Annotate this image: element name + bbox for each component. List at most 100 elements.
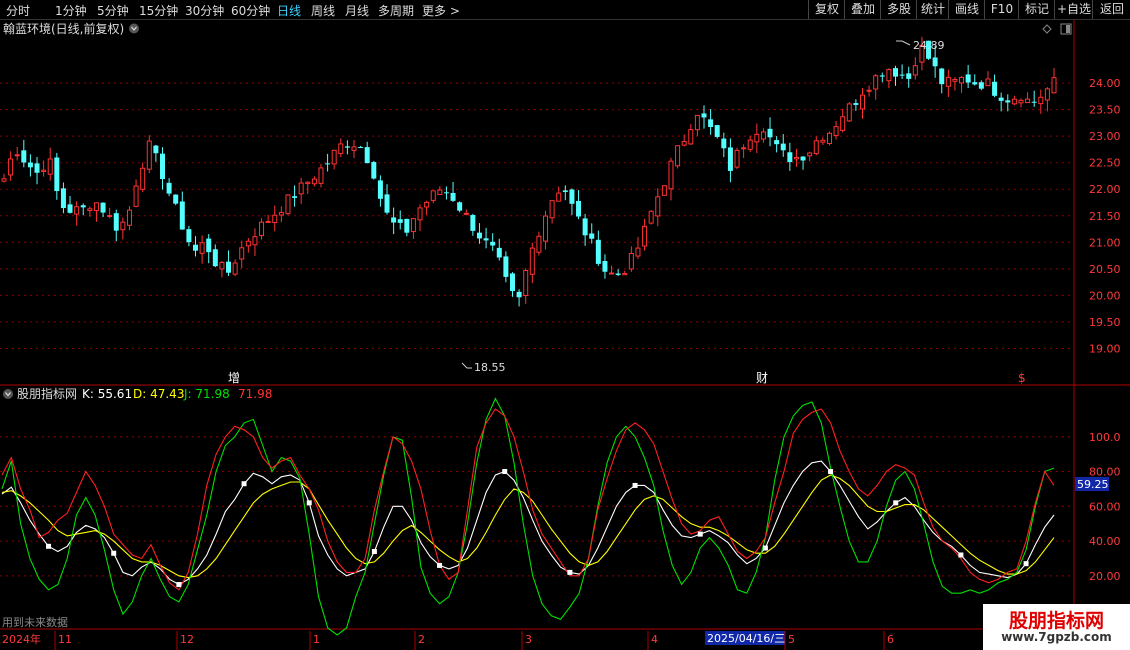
candle-body-down (516, 291, 522, 298)
candle-body-up (107, 214, 113, 217)
candle-body-up (463, 212, 469, 215)
candle-body-down (932, 57, 938, 67)
k-marker (828, 469, 834, 475)
k-marker (1023, 561, 1029, 567)
f10-button[interactable]: F10 (984, 0, 1019, 19)
diamond-icon[interactable] (1042, 24, 1052, 34)
period-tab-timeshare[interactable]: 分时 (6, 2, 30, 19)
candle-body-down (490, 241, 496, 246)
watermark: 股朋指标网 www.7gpzb.com (983, 604, 1130, 650)
date-label-mar: 3 (525, 633, 532, 646)
candle-body-down (965, 74, 971, 83)
adjust-button[interactable]: 复权 (808, 0, 845, 19)
period-tab-5min[interactable]: 5分钟 (97, 2, 129, 19)
date-cursor-label: 2025/04/16/三 (707, 632, 785, 645)
period-tab-1min[interactable]: 1分钟 (55, 2, 87, 19)
date-axis: 2024年 11 12 1 2 3 4 2025/04/16/三 5 6 (2, 631, 894, 650)
candle-body-up (813, 140, 819, 155)
period-tab-60min[interactable]: 60分钟 (231, 2, 270, 19)
add-watchlist-button[interactable]: +自选 (1054, 0, 1093, 19)
candle-body-up (259, 221, 265, 237)
candle-body-up (840, 116, 846, 131)
candle-body-down (576, 200, 582, 217)
chart-canvas[interactable]: 翰蓝环境(日线,前复权) 24.0023.5023.0022.5022.0021… (0, 20, 1130, 650)
price-tick-label: 23.50 (1089, 104, 1121, 117)
candle-body-down (391, 217, 397, 223)
draw-line-button[interactable]: 画线 (948, 0, 985, 19)
candle-body-up (747, 139, 753, 150)
candle-body-down (470, 214, 476, 231)
candle-body-down (60, 188, 66, 209)
candle-body-up (8, 158, 14, 176)
low-price-marker: 18.55 (461, 361, 506, 374)
date-label-year: 2024年 (2, 632, 41, 646)
period-tab-more[interactable]: 更多 > (422, 2, 460, 19)
indicator-menu-icon[interactable] (3, 389, 13, 399)
low-price-label: 18.55 (474, 361, 506, 374)
candle-body-up (331, 149, 337, 165)
candle-body-up (543, 215, 549, 242)
multi-stock-button[interactable]: 多股 (880, 0, 917, 19)
event-marker-dividend[interactable]: $ (1018, 371, 1026, 385)
candle-body-down (292, 196, 298, 198)
candle-body-down (404, 218, 410, 233)
overlay-button[interactable]: 叠加 (844, 0, 881, 19)
candle-body-down (562, 190, 568, 193)
period-tab-15min[interactable]: 15分钟 (139, 2, 178, 19)
period-tab-weekly[interactable]: 周线 (311, 2, 335, 19)
candle-body-up (675, 145, 681, 167)
candle-body-up (318, 167, 324, 184)
period-tab-multi[interactable]: 多周期 (378, 2, 414, 19)
candle-body-up (140, 167, 146, 190)
k-marker (893, 500, 899, 506)
candle-body-up (311, 178, 317, 185)
candle-body-up (47, 158, 53, 175)
period-tab-daily[interactable]: 日线 (277, 2, 301, 19)
candle-body-down (179, 201, 185, 230)
candle-body-up (1, 178, 7, 182)
candle-body-up (866, 89, 872, 92)
candle-body-up (859, 94, 865, 110)
back-button[interactable]: 返回 (1092, 0, 1130, 19)
candle-body-up (833, 126, 839, 136)
candle-body-up (760, 131, 766, 140)
price-tick-label: 23.00 (1089, 130, 1121, 143)
mark-button[interactable]: 标记 (1018, 0, 1055, 19)
candle-body-up (126, 209, 132, 226)
period-tab-monthly[interactable]: 月线 (345, 2, 369, 19)
indicator-axis: 100.0 80.00 60.00 40.00 20.00 (1089, 431, 1121, 583)
candle-body-up (807, 152, 813, 157)
date-label-feb: 2 (418, 633, 425, 646)
indicator-tick-label: 100.0 (1089, 431, 1121, 444)
event-marker-add[interactable]: 增 (228, 371, 240, 385)
candle-body-up (239, 247, 245, 260)
price-tick-label: 24.00 (1089, 77, 1121, 90)
candle-body-up (959, 76, 965, 84)
candle-body-up (430, 190, 436, 201)
candle-body-up (668, 160, 674, 190)
date-label-nov: 11 (58, 633, 72, 646)
candle-body-up (741, 147, 747, 150)
candle-body-down (457, 202, 463, 211)
candle-body-down (159, 153, 165, 180)
candle-body-up (820, 139, 826, 143)
date-label-jun: 6 (887, 633, 894, 646)
high-price-marker: 24.89 (896, 39, 945, 52)
period-tab-30min[interactable]: 30分钟 (185, 2, 224, 19)
watermark-url: www.7gpzb.com (1001, 630, 1112, 644)
stats-button[interactable]: 统计 (916, 0, 949, 19)
candle-body-up (437, 189, 443, 195)
candle-body-up (793, 156, 799, 160)
candle-body-down (483, 238, 489, 241)
current-value-tag: 59.25 (1075, 477, 1109, 491)
indicator-tick-label: 80.00 (1089, 466, 1121, 479)
candle-body-up (826, 132, 832, 144)
panel-toggle-icon[interactable] (1060, 23, 1072, 35)
main-chart-menu-icon[interactable] (129, 23, 139, 34)
candle-body-up (536, 235, 542, 253)
event-marker-finance[interactable]: 财 (756, 371, 768, 385)
k-marker (176, 582, 182, 588)
candle-body-down (100, 202, 106, 213)
candle-body-up (87, 208, 93, 212)
main-chart-grid (0, 82, 1074, 349)
